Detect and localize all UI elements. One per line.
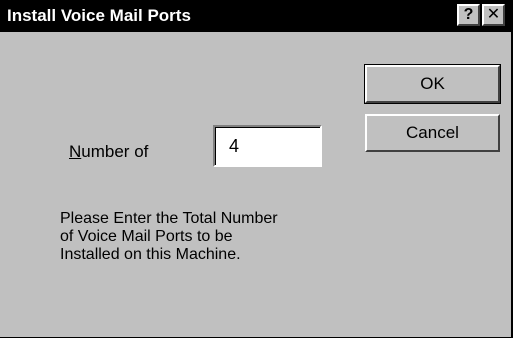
install-voice-mail-ports-dialog: Install Voice Mail Ports ? ✕ OK Cancel N… <box>0 0 513 338</box>
instructions-line-2: of Voice Mail Ports to be <box>60 228 233 245</box>
ok-button[interactable]: OK <box>364 64 501 104</box>
number-of-label: Number of <box>69 142 148 162</box>
title-bar[interactable]: Install Voice Mail Ports ? ✕ <box>0 0 511 32</box>
number-of-ports-input[interactable] <box>213 125 322 167</box>
cancel-button[interactable]: Cancel <box>365 114 500 152</box>
help-icon: ? <box>463 6 474 23</box>
help-button[interactable]: ? <box>457 4 480 26</box>
instructions-text: Please Enter the Total Number of Voice M… <box>60 210 360 264</box>
instructions-line-1: Please Enter the Total Number <box>60 210 278 227</box>
number-of-label-mnemonic: N <box>69 142 82 161</box>
number-of-label-text: umber of <box>81 142 149 161</box>
close-icon: ✕ <box>486 6 501 23</box>
dialog-title: Install Voice Mail Ports <box>7 6 191 25</box>
close-button[interactable]: ✕ <box>482 4 505 26</box>
instructions-line-3: Installed on this Machine. <box>60 246 241 263</box>
